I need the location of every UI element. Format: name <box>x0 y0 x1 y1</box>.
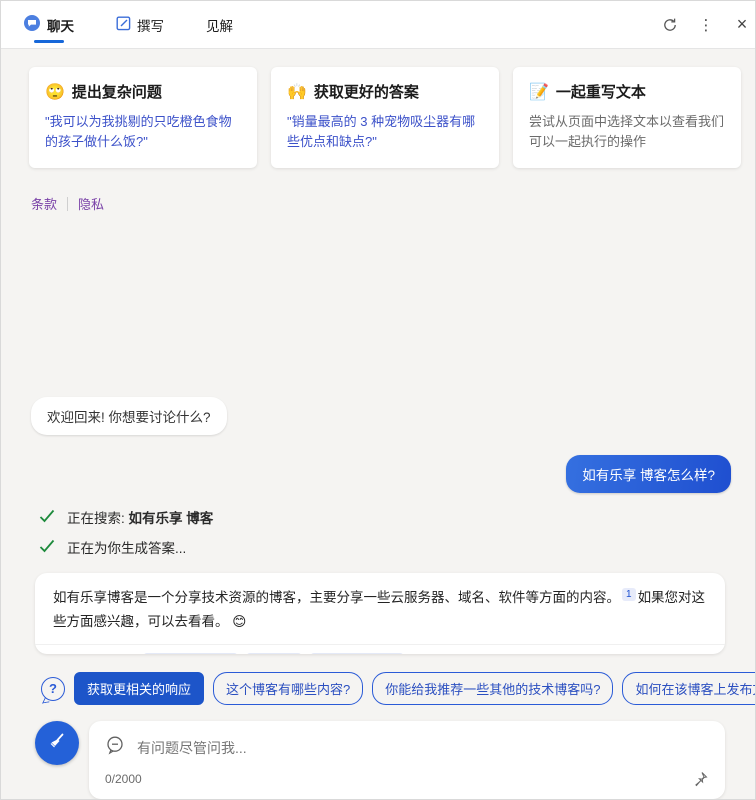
legal-links: 条款 隐私 <box>31 194 755 213</box>
answer-footer: 了解详细信息: 1. 51.ruyo.net 2. t.me 3. 51.ruy… <box>35 643 725 654</box>
prompt-cards: 🙄 提出复杂问题 "我可以为我挑剔的只吃橙色食物的孩子做什么饭?" 🙌 获取更好的答… <box>29 67 741 169</box>
face-emoji-icon: 🙄 <box>45 83 65 101</box>
chip-publish-article[interactable]: 如何在该博客上发布文章? <box>622 672 755 705</box>
status-text: 正在搜索: 如有乐享 博客 <box>67 511 214 527</box>
chip-recommend-blogs[interactable]: 你能给我推荐一些其他的技术博客吗? <box>372 672 614 705</box>
check-icon <box>39 509 55 526</box>
chip-blog-content[interactable]: 这个博客有哪些内容? <box>213 672 364 705</box>
tab-chat-label: 聊天 <box>47 18 74 34</box>
suggestion-chips: ? 获取更相关的响应 这个博客有哪些内容? 你能给我推荐一些其他的技术博客吗? … <box>41 672 755 705</box>
header-actions: ⋮ × <box>661 14 747 34</box>
tab-bar: 聊天 撰写 见解 <box>23 1 233 49</box>
terms-link[interactable]: 条款 <box>31 194 57 213</box>
tab-compose[interactable]: 撰写 <box>116 1 164 49</box>
status-searching: 正在搜索: 如有乐享 博客 <box>39 507 755 527</box>
status-generating: 正在为你生成答案... <box>39 537 755 557</box>
raising-hands-emoji-icon: 🙌 <box>287 83 307 101</box>
header: 聊天 撰写 见解 ⋮ × <box>1 1 755 49</box>
char-counter: 0/2000 <box>105 771 142 786</box>
composer: 0/2000 <box>35 721 725 799</box>
chat-tab-icon <box>23 14 41 35</box>
source-pill[interactable]: 3. 51.ruyo.net <box>310 652 405 654</box>
citation-superscript[interactable]: 1 <box>622 587 636 601</box>
broom-icon <box>46 730 68 757</box>
active-tab-underline <box>33 39 64 43</box>
answer-card: 如有乐享博客是一个分享技术资源的博客，主要分享一些云服务器、域名、软件等方面的内… <box>35 573 725 654</box>
chat-input[interactable] <box>137 739 709 756</box>
privacy-link[interactable]: 隐私 <box>78 194 104 213</box>
smiley-emoji-icon: 😊 <box>232 613 247 629</box>
new-topic-button[interactable] <box>35 721 79 765</box>
card-body: "销量最高的 3 种宠物吸尘器有哪些优点和缺点?" <box>287 114 476 150</box>
close-icon[interactable]: × <box>733 14 751 34</box>
card-body: "我可以为我挑剔的只吃橙色食物的孩子做什么饭?" <box>45 114 232 150</box>
card-body: 尝试从页面中选择文本以查看我们可以一起执行的操作 <box>529 114 725 150</box>
bing-chat-sidebar: 聊天 撰写 见解 ⋮ × 🙄 提出复杂问题 "我可以为我挑剔的只吃橙色食物的孩子… <box>0 0 756 800</box>
question-bubble-icon[interactable]: ? <box>41 676 65 701</box>
tab-chat[interactable]: 聊天 <box>23 1 74 49</box>
tab-compose-label: 撰写 <box>137 18 164 34</box>
card-title: 一起重写文本 <box>555 84 646 101</box>
check-icon <box>39 539 55 556</box>
pin-icon[interactable] <box>692 770 709 787</box>
card-title: 获取更好的答案 <box>313 84 419 101</box>
refresh-icon[interactable] <box>661 16 679 34</box>
source-pill[interactable]: 2. t.me <box>245 652 303 654</box>
more-options-icon[interactable]: ⋮ <box>697 16 715 34</box>
answer-text: 如有乐享博客是一个分享技术资源的博客，主要分享一些云服务器、域名、软件等方面的内… <box>53 587 706 629</box>
user-message-bubble: 如有乐享 博客怎么样? <box>566 455 731 494</box>
card-rewrite-text[interactable]: 📝 一起重写文本 尝试从页面中选择文本以查看我们可以一起执行的操作 <box>513 67 741 169</box>
card-complex-question[interactable]: 🙄 提出复杂问题 "我可以为我挑剔的只吃橙色食物的孩子做什么饭?" <box>29 67 257 169</box>
memo-emoji-icon: 📝 <box>529 83 549 101</box>
tab-insights-label: 见解 <box>206 18 233 34</box>
card-title: 提出复杂问题 <box>71 84 162 101</box>
input-row <box>105 735 709 760</box>
card-better-answers[interactable]: 🙌 获取更好的答案 "销量最高的 3 种宠物吸尘器有哪些优点和缺点?" <box>271 67 499 169</box>
tab-insights[interactable]: 见解 <box>206 1 233 49</box>
speech-bubble-icon <box>105 735 125 760</box>
input-card: 0/2000 <box>89 721 725 799</box>
divider <box>67 196 69 211</box>
bot-welcome-bubble: 欢迎回来! 你想要讨论什么? <box>31 397 227 436</box>
source-pill[interactable]: 1. 51.ruyo.net <box>143 652 238 654</box>
compose-icon <box>116 16 131 34</box>
status-text: 正在为你生成答案... <box>67 541 187 557</box>
input-footer: 0/2000 <box>105 770 709 787</box>
chip-more-relevant[interactable]: 获取更相关的响应 <box>74 672 205 705</box>
